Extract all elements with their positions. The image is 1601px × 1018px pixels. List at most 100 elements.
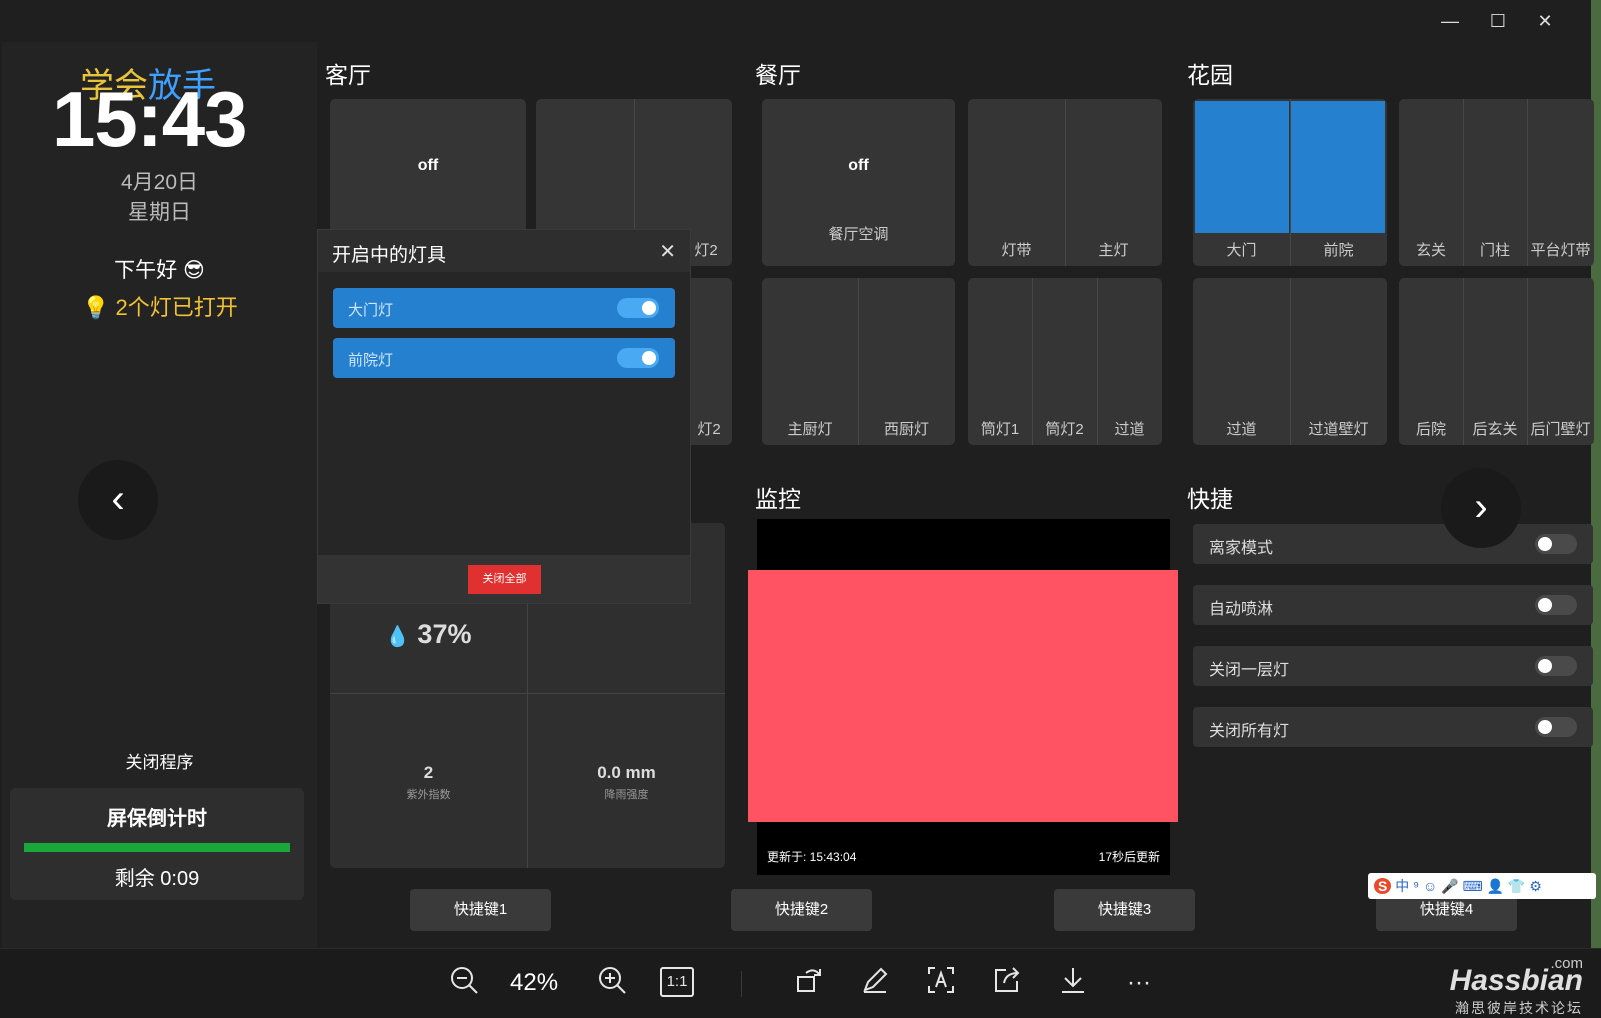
active-light-label: 大门灯 [348, 302, 394, 319]
quick-switch-label: 自动喷淋 [1209, 601, 1274, 618]
shortcut-button-3[interactable]: 快捷键3 [1054, 889, 1195, 931]
sogou-logo-icon: S [1374, 878, 1392, 894]
screensaver-countdown: 屏保倒计时 剩余 0:09 [10, 788, 304, 900]
watermark-sub: 瀚思彼岸技术论坛 [1455, 1000, 1583, 1016]
dining-ac-card[interactable]: off 餐厅空调 [762, 99, 955, 266]
download-icon[interactable] [1056, 965, 1090, 1001]
date: 4月20日 [120, 171, 199, 194]
active-light-row[interactable]: 大门灯 [333, 288, 675, 328]
uv-label: 紫外指数 [406, 789, 451, 801]
quick-switch-toggle[interactable] [1535, 595, 1577, 615]
back-wall-label[interactable]: 后门壁灯 [1527, 418, 1594, 439]
rotate-icon[interactable] [792, 965, 826, 1001]
active-lights-dialog: 开启中的灯具 ✕ 大门灯 前院灯 关闭全部 [317, 229, 691, 604]
section-dining-room: 餐厅 [755, 62, 801, 88]
living-ac-state: off [417, 157, 439, 174]
spot1-label[interactable]: 筒灯1 [968, 418, 1032, 439]
actual-size-button[interactable]: 1:1 [660, 967, 694, 997]
toggle-knob [1538, 537, 1552, 551]
saver-progress-bar [24, 843, 290, 852]
close-program-button[interactable]: 关闭程序 [2, 748, 317, 773]
bulb-icon: 💡 [82, 295, 110, 320]
edit-pen-icon[interactable] [858, 965, 892, 1001]
clock: 15:43 [52, 75, 247, 163]
aisle-wall-label[interactable]: 过道壁灯 [1290, 418, 1387, 439]
aisle-label[interactable]: 过道 [1097, 418, 1162, 439]
quick-switch-toggle[interactable] [1535, 656, 1577, 676]
dining-light-card-2[interactable]: 主厨灯 西厨灯 [762, 278, 955, 445]
light-label: 灯2 [694, 242, 718, 259]
minimize-button[interactable]: — [1430, 6, 1470, 36]
gate-light-on[interactable] [1195, 101, 1289, 233]
ime-language[interactable]: 中 [1395, 878, 1409, 894]
section-living-room: 客厅 [325, 62, 371, 88]
app-window: — ☐ ✕ 学会放手 15:43 4月20日 星期日 下午好 😎 💡 2个灯已打… [0, 0, 1601, 1018]
prev-page-button[interactable]: ‹ [78, 460, 158, 540]
dining-light-card-3[interactable]: 筒灯1 筒灯2 过道 [968, 278, 1162, 445]
garden-aisle-label[interactable]: 过道 [1193, 418, 1290, 439]
zoom-out-icon[interactable] [446, 965, 482, 1001]
rain-value: 0.0 mm [597, 763, 656, 782]
dining-light-card-1[interactable]: 灯带 主灯 [968, 99, 1162, 266]
porch-label[interactable]: 玄关 [1399, 239, 1463, 260]
camera-next-update: 17秒后更新 [1098, 850, 1160, 864]
ime-toolbar[interactable]: S 中 ⁹ ☺ 🎤 ⌨ 👤 👕 ⚙ [1368, 873, 1596, 899]
quick-switch-label: 关闭所有灯 [1209, 723, 1290, 740]
back-yard-label[interactable]: 后院 [1399, 418, 1463, 439]
active-light-row[interactable]: 前院灯 [333, 338, 675, 378]
quick-switch-label: 关闭一层灯 [1209, 662, 1290, 679]
shortcut-button-2[interactable]: 快捷键2 [731, 889, 872, 931]
garden-light-card-3[interactable]: 过道 过道壁灯 [1193, 278, 1387, 445]
dialog-title: 开启中的灯具 [332, 245, 447, 266]
lights-on-status[interactable]: 💡 2个灯已打开 [82, 290, 238, 322]
close-window-button[interactable]: ✕ [1525, 6, 1565, 36]
more-options-icon[interactable]: ··· [1122, 965, 1156, 1001]
weekday: 星期日 [128, 201, 191, 224]
gate-label: 大门 [1226, 242, 1257, 259]
close-all-button[interactable]: 关闭全部 [468, 565, 541, 594]
back-porch-label[interactable]: 后玄关 [1463, 418, 1527, 439]
section-quick: 快捷 [1187, 486, 1233, 512]
garden-light-card-2[interactable]: 玄关 门柱 平台灯带 [1399, 99, 1594, 266]
saver-remaining: 剩余 0:09 [114, 868, 200, 890]
garden-light-card-4[interactable]: 后院 后玄关 后门壁灯 [1399, 278, 1594, 445]
maximize-button[interactable]: ☐ [1478, 6, 1518, 36]
dialog-footer: 关闭全部 [318, 555, 690, 603]
terrace-label[interactable]: 平台灯带 [1527, 239, 1594, 260]
uv-value: 2 [423, 763, 434, 782]
rain-label: 降雨强度 [604, 789, 649, 801]
quick-switch-row[interactable]: 离家模式 [1193, 524, 1593, 564]
share-icon[interactable] [990, 965, 1024, 1001]
close-icon[interactable]: ✕ [659, 239, 676, 264]
ime-tools-icons[interactable]: ⁹ ☺ 🎤 ⌨ 👤 👕 ⚙ [1413, 878, 1542, 894]
droplet-icon: 💧 [385, 626, 410, 648]
watermark-name: Hassbian [1449, 964, 1583, 997]
saver-progress-fill [24, 843, 290, 852]
garden-light-card-1[interactable]: 大门 前院 [1193, 99, 1387, 266]
text-recognition-icon[interactable] [924, 965, 958, 1001]
next-page-button[interactable]: › [1441, 468, 1521, 548]
quick-switch-row[interactable]: 关闭所有灯 [1193, 707, 1593, 747]
quick-switch-row[interactable]: 自动喷淋 [1193, 585, 1593, 625]
humidity: 💧 37% [385, 619, 471, 650]
camera-updated: 更新于: 15:43:04 [767, 850, 857, 864]
main-light-label[interactable]: 主灯 [1065, 239, 1162, 260]
shortcut-button-1[interactable]: 快捷键1 [410, 889, 551, 931]
quick-switch-toggle[interactable] [1535, 717, 1577, 737]
camera-image[interactable] [748, 570, 1178, 822]
front-yard-light-on[interactable] [1291, 101, 1385, 233]
light-label: 灯2 [697, 421, 721, 438]
greeting: 下午好 😎 [114, 259, 205, 282]
toggle-knob [642, 301, 656, 315]
image-viewer-toolbar: 42% 1:1 ··· .com Hassbian 瀚思彼岸技术论坛 [0, 948, 1601, 1018]
kitchen-main-label[interactable]: 主厨灯 [762, 418, 858, 439]
active-light-toggle[interactable] [617, 348, 659, 368]
zoom-in-icon[interactable] [594, 965, 630, 1001]
pillar-label[interactable]: 门柱 [1463, 239, 1527, 260]
kitchen-west-label[interactable]: 西厨灯 [858, 418, 955, 439]
spot2-label[interactable]: 筒灯2 [1032, 418, 1097, 439]
quick-switch-row[interactable]: 关闭一层灯 [1193, 646, 1593, 686]
quick-switch-toggle[interactable] [1535, 534, 1577, 554]
active-light-toggle[interactable] [617, 298, 659, 318]
light-strip-label[interactable]: 灯带 [968, 239, 1065, 260]
